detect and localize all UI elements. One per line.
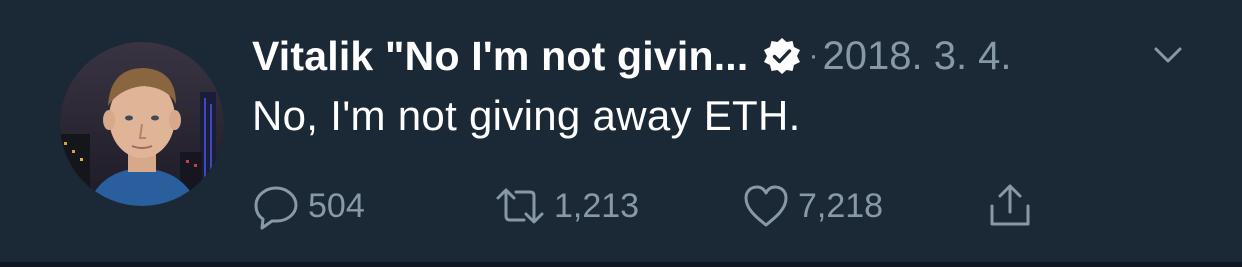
reply-count: 504: [308, 186, 365, 225]
display-name[interactable]: Vitalik "No I'm not givin...: [252, 33, 748, 80]
tweet-header: Vitalik "No I'm not givin... · 2018. 3. …: [252, 28, 1012, 84]
like-button[interactable]: 7,218: [742, 180, 883, 232]
divider: [0, 262, 1242, 267]
avatar[interactable]: [60, 42, 224, 206]
retweet-icon: [494, 184, 546, 228]
tweet-text: No, I'm not giving away ETH.: [252, 92, 801, 139]
tweet-card[interactable]: Vitalik "No I'm not givin... · 2018. 3. …: [0, 0, 1242, 262]
retweet-count: 1,213: [554, 186, 640, 225]
retweet-button[interactable]: 1,213: [494, 180, 639, 232]
like-count: 7,218: [798, 186, 884, 225]
share-icon: [986, 182, 1034, 230]
tweet-date[interactable]: 2018. 3. 4.: [822, 34, 1011, 79]
share-button[interactable]: [986, 180, 1034, 232]
reply-icon: [252, 182, 300, 230]
separator-dot: ·: [808, 39, 819, 72]
chevron-down-icon[interactable]: [1150, 40, 1186, 70]
heart-icon: [742, 183, 790, 229]
verified-badge-icon: [762, 36, 802, 76]
reply-button[interactable]: 504: [252, 180, 365, 232]
